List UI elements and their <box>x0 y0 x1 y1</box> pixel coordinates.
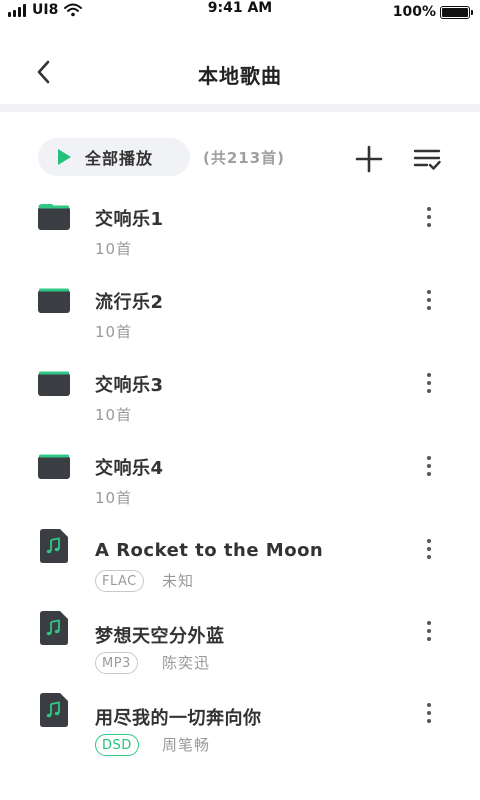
folder-item[interactable]: 交响乐4 10首 <box>0 437 480 517</box>
page-title: 本地歌曲 <box>198 64 282 88</box>
music-file-icon <box>40 693 68 727</box>
song-title: 用尽我的一切奔向你 <box>95 708 262 729</box>
song-artist: 未知 <box>162 572 195 590</box>
folder-item[interactable]: 交响乐3 10首 <box>0 354 480 434</box>
song-title: 梦想天空分外蓝 <box>95 626 225 647</box>
folder-count: 10首 <box>95 489 133 507</box>
folder-title: 交响乐1 <box>95 209 164 230</box>
playlist-check-icon <box>413 149 441 170</box>
song-title: A Rocket to the Moon <box>95 540 324 561</box>
battery-fill <box>442 7 468 17</box>
folder-item[interactable]: 交响乐1 10首 <box>0 188 480 268</box>
play-all-label: 全部播放 <box>85 149 154 168</box>
folder-count: 10首 <box>95 406 133 424</box>
format-badge: FLAC <box>95 570 144 592</box>
toolbar: 全部播放 (共213首) <box>0 138 480 178</box>
add-button[interactable] <box>352 142 386 176</box>
folder-title: 流行乐2 <box>95 292 164 313</box>
more-options-button[interactable] <box>418 368 440 398</box>
song-artist: 陈奕迅 <box>162 654 211 672</box>
folder-icon <box>38 371 70 396</box>
song-item[interactable]: 用尽我的一切奔向你 DSD 周笔畅 <box>0 684 480 764</box>
folder-item[interactable]: 流行乐2 10首 <box>0 271 480 351</box>
more-options-button[interactable] <box>418 202 440 232</box>
play-all-button[interactable]: 全部播放 <box>38 138 190 176</box>
plus-icon <box>355 145 383 173</box>
nav-bar: 本地歌曲 <box>0 40 480 104</box>
song-count: (共213首) <box>203 149 286 167</box>
battery-percentage: 100% <box>392 4 436 20</box>
folder-icon <box>38 288 70 313</box>
music-file-icon <box>40 529 68 563</box>
more-options-button[interactable] <box>418 451 440 481</box>
format-badge: MP3 <box>95 652 138 674</box>
folder-title: 交响乐3 <box>95 375 164 396</box>
status-bar: UI8 9:41 AM 100% <box>0 0 480 26</box>
more-options-button[interactable] <box>418 616 440 646</box>
status-bar-right: 100% <box>392 4 473 20</box>
multi-select-button[interactable] <box>410 142 444 176</box>
battery-icon <box>440 5 473 19</box>
play-icon <box>58 149 71 165</box>
more-options-button[interactable] <box>418 285 440 315</box>
folder-icon <box>38 454 70 479</box>
header-divider <box>0 104 480 112</box>
folder-title: 交响乐4 <box>95 458 164 479</box>
song-item[interactable]: A Rocket to the Moon FLAC 未知 <box>0 520 480 600</box>
more-options-button[interactable] <box>418 534 440 564</box>
folder-count: 10首 <box>95 323 133 341</box>
song-item[interactable]: 梦想天空分外蓝 MP3 陈奕迅 <box>0 602 480 682</box>
music-file-icon <box>40 611 68 645</box>
format-badge: DSD <box>95 734 139 756</box>
more-options-button[interactable] <box>418 698 440 728</box>
song-artist: 周笔畅 <box>162 736 211 754</box>
folder-icon <box>38 204 70 230</box>
folder-count: 10首 <box>95 240 133 258</box>
